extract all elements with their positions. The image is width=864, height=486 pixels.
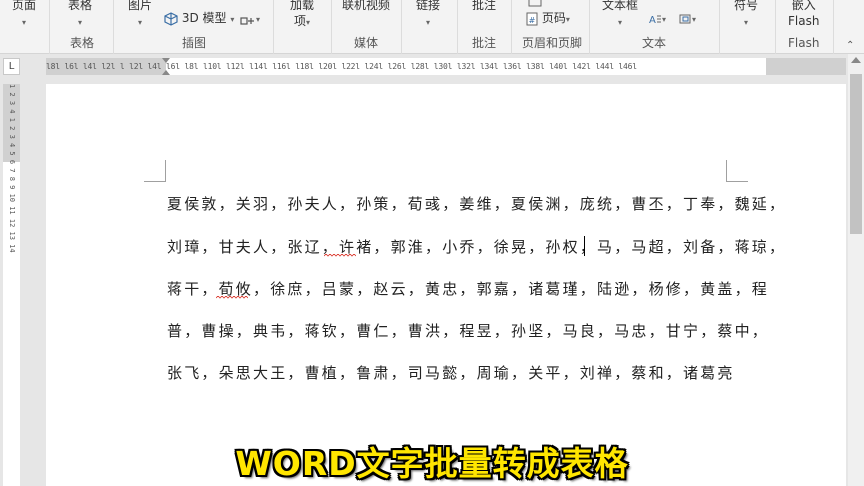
spelling-error-underline xyxy=(324,254,356,257)
header-footer-group: # 页码▾ 页眉和页脚 xyxy=(512,0,590,54)
video-caption: WORD文字批量转成表格 xyxy=(235,444,629,483)
paragraph-line-4[interactable]: 普，曹操，典韦，蒋钦，曹仁，曹洪，程昱，孙坚，马良，马忠，甘宁，蔡中， xyxy=(167,320,769,341)
model-3d-button[interactable]: 3D 模型 ▾ xyxy=(164,10,234,28)
flash-group: 嵌入 Flash Flash xyxy=(776,0,834,54)
textbox-button[interactable]: 文本框 ▾ xyxy=(602,0,638,31)
vertical-ruler-ticks: 1 2 3 4 1 2 3 4 5 6 7 8 9 10 11 12 13 14 xyxy=(8,84,16,253)
object-button[interactable]: ▾ xyxy=(678,10,696,28)
online-video-button[interactable]: 联机视频 xyxy=(342,0,390,13)
ribbon: 页面 ▾ 表格 ▾ 表格 图片 ▾ 3D 模型 ▾ ▾ 插图 加载 项▾ 联机视… xyxy=(0,0,864,54)
addins-button[interactable]: 加载 项▾ xyxy=(290,0,314,31)
chevron-down-icon: ▾ xyxy=(306,18,311,27)
pages-group: 页面 ▾ xyxy=(0,0,50,54)
flash-group-label: Flash xyxy=(788,36,820,50)
shape-add-button[interactable]: ▾ xyxy=(240,10,260,28)
chevron-down-icon: ▾ xyxy=(662,15,667,24)
svg-text:#: # xyxy=(529,16,536,25)
page-number-icon: # xyxy=(526,12,538,25)
embed-flash-button[interactable]: 嵌入 Flash xyxy=(788,0,819,29)
text-group: 文本框 ▾ A ▾ ▾ 文本 xyxy=(590,0,720,54)
wordart-button[interactable]: A ▾ xyxy=(648,10,666,28)
first-line-indent-marker[interactable] xyxy=(162,58,170,63)
chevron-down-icon: ▾ xyxy=(22,18,27,27)
chevron-down-icon: ▾ xyxy=(618,18,623,27)
chevron-down-icon: ▾ xyxy=(230,15,235,24)
spelling-error-underline xyxy=(216,296,248,299)
text-cursor xyxy=(584,236,585,256)
chevron-down-icon: ▾ xyxy=(256,15,261,24)
vertical-scrollbar[interactable] xyxy=(848,54,864,486)
horizontal-ruler[interactable]: l8l l6l l4l l2l l l2l l4l l6l l8l l10l l… xyxy=(46,58,846,75)
paragraph-line-1[interactable]: 夏侯敦，关羽，孙夫人，孙策，荀彧，姜维，夏侯渊，庞统，曹丕，丁奉，魏延， xyxy=(167,193,786,214)
header-icon xyxy=(528,0,542,6)
chevron-up-icon: ⌃ xyxy=(846,40,855,51)
margin-corner-top-left xyxy=(144,160,166,182)
page-number-button[interactable]: # 页码▾ xyxy=(526,10,570,28)
illustrations-group: 图片 ▾ 3D 模型 ▾ ▾ 插图 xyxy=(114,0,274,54)
picture-button[interactable]: 图片 ▾ xyxy=(128,0,152,31)
ruler-bar: L l8l l6l l4l l2l l l2l l4l l6l l8l l10l… xyxy=(0,54,864,78)
link-button[interactable]: 链接 ▾ xyxy=(416,0,440,31)
object-icon xyxy=(679,14,691,23)
table-button[interactable]: 表格 ▾ xyxy=(68,0,92,31)
svg-text:A: A xyxy=(649,15,656,25)
media-group-label: 媒体 xyxy=(354,36,379,50)
illustration-group-label: 插图 xyxy=(182,36,207,50)
symbols-group: 符号 ▾ xyxy=(720,0,776,54)
page-button[interactable]: 页面 ▾ xyxy=(12,0,36,31)
scroll-up-icon[interactable] xyxy=(851,57,861,63)
cube-icon xyxy=(164,11,178,26)
vertical-ruler[interactable]: 1 2 3 4 1 2 3 4 5 6 7 8 9 10 11 12 13 14 xyxy=(3,84,20,486)
hanging-indent-marker[interactable] xyxy=(162,70,170,75)
paragraph-line-2[interactable]: 刘璋，甘夫人，张辽，许褚，郭淮，小乔，徐晃，孙权，马，马超，刘备，蒋琼， xyxy=(167,236,786,257)
comment-button[interactable]: 批注 xyxy=(472,0,496,13)
symbol-button[interactable]: 符号 ▾ xyxy=(734,0,758,31)
wordart-icon: A xyxy=(649,15,661,25)
chevron-down-icon: ▾ xyxy=(78,18,83,27)
chevron-down-icon: ▾ xyxy=(426,18,431,27)
links-group: 链接 ▾ xyxy=(402,0,458,54)
media-group: 联机视频 媒体 xyxy=(332,0,402,54)
addins-group: 加载 项▾ xyxy=(274,0,332,54)
scroll-thumb[interactable] xyxy=(850,74,862,234)
comments-group: 批注 批注 xyxy=(458,0,512,54)
chevron-down-icon: ▾ xyxy=(565,15,570,24)
tab-stop-icon: L xyxy=(8,61,15,72)
comment-group-label: 批注 xyxy=(472,36,497,50)
document-page[interactable]: 夏侯敦，关羽，孙夫人，孙策，荀彧，姜维，夏侯渊，庞统，曹丕，丁奉，魏延， 刘璋，… xyxy=(46,84,846,486)
header-footer-group-label: 页眉和页脚 xyxy=(522,36,583,50)
chevron-down-icon: ▾ xyxy=(138,18,143,27)
header-button[interactable] xyxy=(528,0,542,8)
margin-corner-top-right xyxy=(726,160,748,182)
chevron-down-icon: ▾ xyxy=(692,15,697,24)
text-group-label: 文本 xyxy=(642,36,667,50)
tab-selector-button[interactable]: L xyxy=(3,58,20,75)
table-group-label: 表格 xyxy=(70,36,95,50)
shapes-icon xyxy=(240,16,254,25)
collapse-ribbon-button[interactable]: ⌃ xyxy=(846,36,854,54)
tables-group: 表格 ▾ 表格 xyxy=(50,0,114,54)
paragraph-line-3[interactable]: 蒋干，荀攸，徐庶，吕蒙，赵云，黄忠，郭嘉，诸葛瑾，陆逊，杨修，黄盖，程 xyxy=(167,278,769,299)
paragraph-line-5[interactable]: 张飞，朵思大王，曹植，鲁肃，司马懿，周瑜，关平，刘禅，蔡和，诸葛亮 xyxy=(167,362,735,383)
chevron-down-icon: ▾ xyxy=(744,18,749,27)
